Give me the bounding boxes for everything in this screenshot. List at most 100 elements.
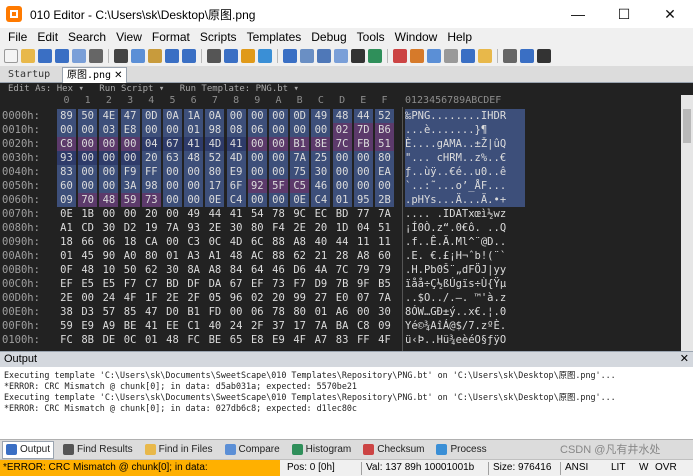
hex-byte[interactable]: 06	[247, 123, 267, 137]
hex-byte[interactable]: D3	[78, 305, 97, 319]
text-view-icon[interactable]	[300, 49, 314, 63]
hex-byte[interactable]: 30	[163, 263, 182, 277]
hex-byte[interactable]: 00	[141, 123, 161, 137]
hex-byte[interactable]: 00	[78, 137, 98, 151]
menu-debug[interactable]: Debug	[306, 28, 351, 46]
hex-byte[interactable]: 00	[332, 151, 352, 165]
hex-byte[interactable]: 7A	[290, 151, 310, 165]
ascii-row[interactable]: "... cHRM..z%..€	[405, 151, 525, 165]
play-icon[interactable]	[537, 49, 551, 63]
hex-byte[interactable]: 4F	[290, 333, 309, 347]
hex-byte[interactable]: 00	[247, 165, 267, 179]
hex-byte[interactable]: B1	[184, 305, 203, 319]
cut-icon[interactable]	[114, 49, 128, 63]
hex-byte[interactable]: 78	[269, 207, 288, 221]
hex-byte[interactable]: 2B	[375, 193, 394, 207]
hex-byte[interactable]: 4A	[311, 263, 330, 277]
hex-byte[interactable]: 00	[78, 165, 98, 179]
hex-byte[interactable]: EF	[248, 277, 267, 291]
hex-byte[interactable]: 9C	[290, 207, 309, 221]
hex-byte[interactable]: 24	[227, 319, 246, 333]
goto-icon[interactable]	[258, 49, 272, 63]
menu-templates[interactable]: Templates	[242, 28, 307, 46]
hex-byte[interactable]: 17	[290, 319, 309, 333]
hex-byte[interactable]: 7C	[332, 137, 352, 151]
hex-byte[interactable]: 1D	[333, 221, 352, 235]
hex-byte[interactable]: 7A	[375, 291, 394, 305]
highlight-icon[interactable]	[410, 49, 424, 63]
hex-byte[interactable]: 00	[78, 123, 98, 137]
minimize-button[interactable]: —	[555, 0, 601, 28]
hex-byte[interactable]: 2E	[163, 291, 182, 305]
hex-byte[interactable]: 4D	[227, 235, 246, 249]
hex-byte[interactable]: 20	[269, 291, 288, 305]
hex-byte[interactable]: 00	[353, 151, 373, 165]
hex-byte[interactable]: A6	[333, 305, 352, 319]
hex-byte[interactable]: 00	[184, 165, 204, 179]
hex-byte[interactable]: FC	[57, 333, 76, 347]
hex-byte[interactable]: FB	[353, 137, 373, 151]
hex-byte[interactable]: 17	[205, 179, 225, 193]
hex-byte[interactable]: 7C	[333, 263, 352, 277]
hex-byte[interactable]: 02	[332, 123, 352, 137]
hex-byte[interactable]: 5F	[269, 179, 288, 193]
hex-byte[interactable]: C5	[290, 179, 310, 193]
hex-byte[interactable]: 11	[354, 235, 373, 249]
hex-byte[interactable]: E9	[269, 333, 288, 347]
hex-byte[interactable]: 44	[353, 109, 373, 123]
hex-byte[interactable]: EE	[163, 319, 182, 333]
hex-byte[interactable]: 00	[269, 151, 288, 165]
hex-byte[interactable]: A8	[290, 235, 309, 249]
find-icon[interactable]	[207, 49, 221, 63]
hex-byte[interactable]: 4E	[99, 109, 119, 123]
hex-byte[interactable]: EA	[375, 165, 394, 179]
hex-byte[interactable]: DF	[184, 277, 203, 291]
tab-close-icon[interactable]: ✕	[114, 70, 122, 81]
hex-byte[interactable]: 52	[375, 109, 394, 123]
hex-byte[interactable]: 0A	[163, 109, 182, 123]
hex-byte[interactable]: 05	[205, 291, 224, 305]
calculator-icon[interactable]	[444, 49, 458, 63]
output-close-icon[interactable]: ✕	[680, 352, 689, 367]
hex-byte[interactable]: 30	[227, 221, 246, 235]
hex-byte[interactable]: D9	[311, 277, 330, 291]
ascii-row[interactable]: .E. €.£¡H¬ˆb!(¨`	[405, 249, 525, 263]
hex-byte[interactable]: 0E	[290, 193, 310, 207]
hex-byte[interactable]: 3A	[120, 179, 140, 193]
hex-byte[interactable]: 2E	[57, 291, 76, 305]
tab-find-in-files[interactable]: Find in Files	[142, 441, 216, 459]
hex-byte[interactable]: 01	[163, 249, 182, 263]
hex-byte[interactable]: 00	[269, 137, 288, 151]
bookmark-icon[interactable]	[393, 49, 407, 63]
hex-byte[interactable]: 88	[269, 249, 288, 263]
hex-byte[interactable]: EC	[311, 207, 330, 221]
hex-byte[interactable]: 75	[290, 165, 310, 179]
menu-scripts[interactable]: Scripts	[195, 28, 242, 46]
hex-byte[interactable]: 00	[269, 165, 288, 179]
hex-byte[interactable]: 11	[375, 235, 394, 249]
hex-byte[interactable]: 41	[142, 319, 161, 333]
hex-byte[interactable]: 0E	[57, 207, 76, 221]
hex-byte[interactable]: A1	[205, 249, 224, 263]
hex-byte[interactable]: BD	[333, 207, 352, 221]
hex-byte[interactable]: 62	[142, 263, 161, 277]
hex-byte[interactable]: 00	[78, 291, 97, 305]
hex-byte[interactable]: C8	[57, 137, 76, 151]
hex-byte[interactable]: 49	[311, 109, 331, 123]
ascii-row[interactable]: `..:˜...o’_ÅF...	[405, 179, 525, 193]
hex-byte[interactable]: 98	[205, 123, 225, 137]
hex-byte[interactable]: 20	[311, 221, 330, 235]
hex-byte[interactable]: E8	[120, 123, 140, 137]
hex-byte[interactable]: 02	[248, 291, 267, 305]
ascii-row[interactable]: ïåå÷Ç½ßÚgïs÷Ù{Ÿµ	[405, 277, 525, 291]
hex-byte[interactable]: 2F	[184, 291, 203, 305]
hex-byte[interactable]: 00	[163, 179, 182, 193]
hex-byte[interactable]: 60	[375, 249, 394, 263]
scrollbar-thumb[interactable]	[683, 109, 691, 143]
hex-byte[interactable]: FC	[184, 333, 203, 347]
hex-byte[interactable]: C4	[226, 193, 246, 207]
script-icon[interactable]	[461, 49, 475, 63]
tab-compare[interactable]: Compare	[222, 441, 283, 459]
hex-byte[interactable]: BA	[333, 319, 352, 333]
save-as-icon[interactable]	[72, 49, 86, 63]
